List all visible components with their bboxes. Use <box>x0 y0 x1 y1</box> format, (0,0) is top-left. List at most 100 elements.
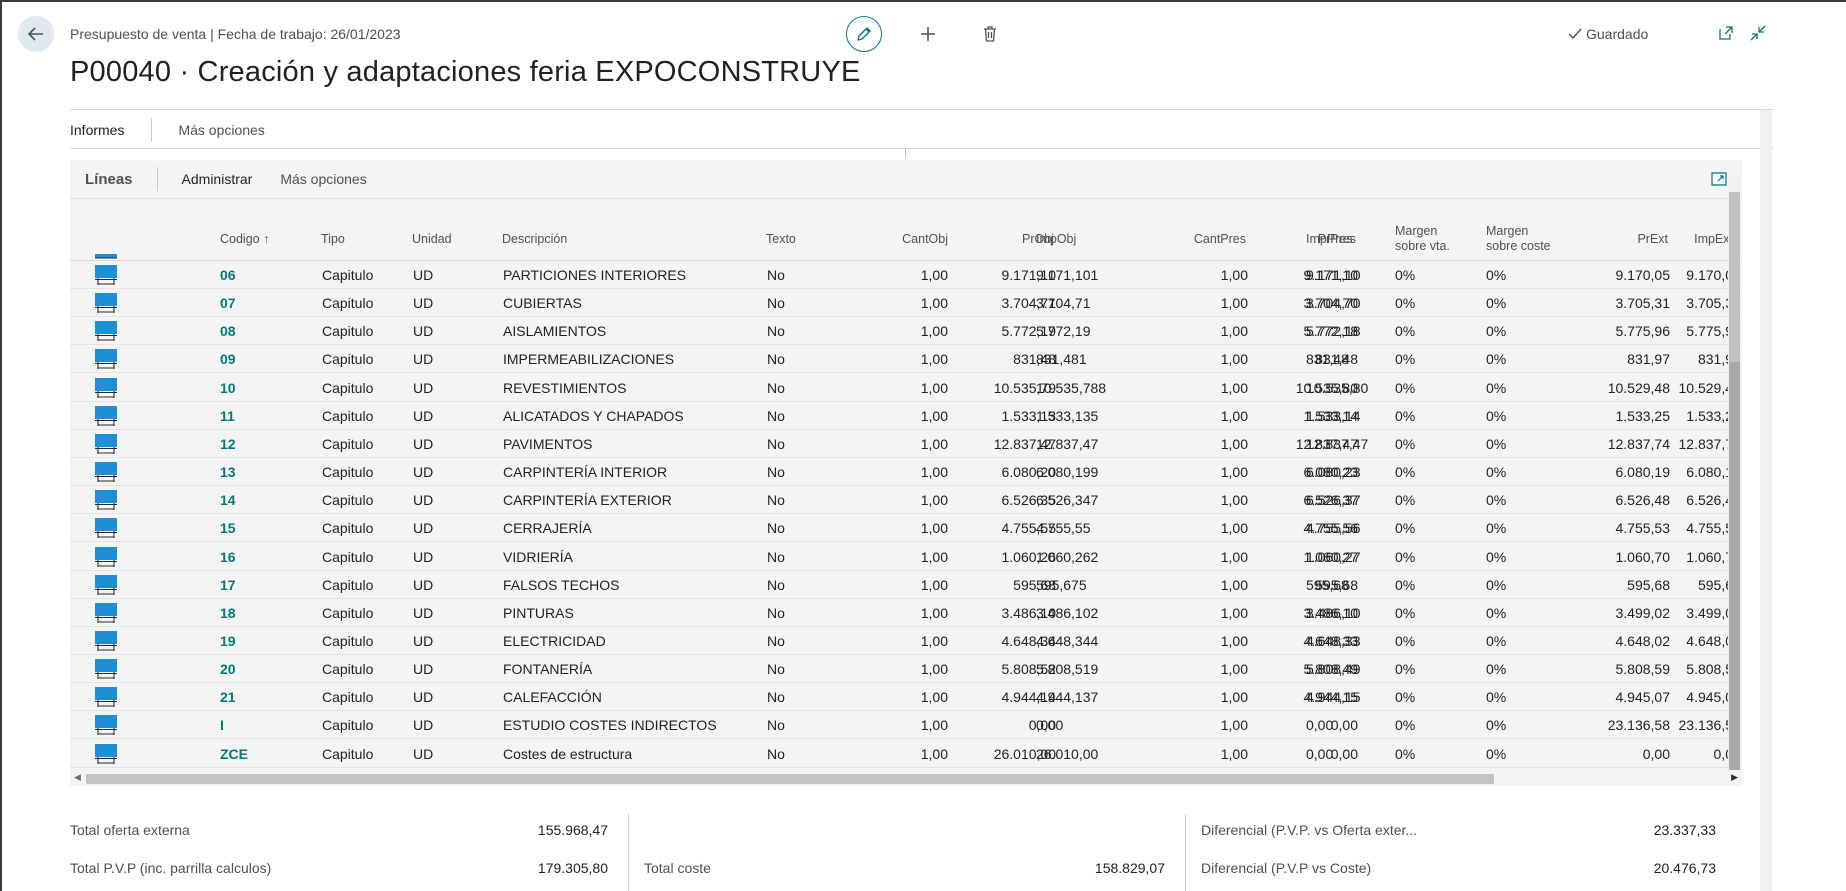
cell-mvta: 0% <box>1395 351 1416 368</box>
cell-impobj: 5.772,19 <box>1036 323 1091 340</box>
page-scrollbar[interactable] <box>1760 110 1772 891</box>
table-row[interactable]: 19 Capitulo UD ELECTRICIDAD No 1,00 4.648,34 4.… <box>70 627 1742 655</box>
cell-mvta: 0% <box>1395 520 1416 537</box>
cell-desc: CALEFACCIÓN <box>503 689 602 706</box>
cell-code[interactable]: 21 <box>220 683 290 711</box>
table-row[interactable]: 10 Capitulo UD REVESTIMIENTOS No 1,00 10.535,7… <box>70 374 1742 402</box>
cell-impext: 10.529,4 <box>1678 379 1734 396</box>
cell-desc: PAVIMENTOS <box>503 435 593 452</box>
cell-code[interactable]: 16 <box>220 543 290 571</box>
cell-code[interactable]: 06 <box>220 261 290 289</box>
cell-mcoste: 0% <box>1486 548 1507 565</box>
cell-mcoste: 0% <box>1486 407 1507 424</box>
table-row[interactable]: 14 Capitulo UD CARPINTERÍA EXTERIOR No 1,00 6.… <box>70 486 1742 515</box>
column-header-unit[interactable]: Unidad <box>412 219 482 259</box>
cell-type: Capitulo <box>322 576 374 593</box>
column-header-impobj[interactable]: ImpObj <box>1036 219 1116 259</box>
table-row[interactable]: I Capitulo UD ESTUDIO COSTES INDIRECTOS No 1,… <box>70 711 1742 740</box>
table-row[interactable]: 17 Capitulo UD FALSOS TECHOS No 1,00 595,68 595… <box>70 571 1742 599</box>
column-header-code[interactable]: Codigo ↑ <box>220 219 310 259</box>
cell-text: No <box>767 604 785 621</box>
column-header-text[interactable]: Texto <box>766 219 826 259</box>
new-button[interactable] <box>916 22 940 46</box>
cell-code[interactable]: 12 <box>220 430 290 458</box>
collapse-icon <box>1750 25 1766 41</box>
cell-type: Capitulo <box>322 604 374 621</box>
back-button[interactable] <box>18 16 54 52</box>
scroll-right-arrow[interactable]: ▶ <box>1731 772 1738 783</box>
cell-code[interactable]: I <box>220 711 290 739</box>
table-row[interactable]: 06 Capitulo UD PARTICIONES INTERIORES No 1,00… <box>70 261 1742 289</box>
collapse-button[interactable] <box>1747 22 1769 44</box>
cell-mcoste: 0% <box>1486 323 1507 340</box>
cell-code[interactable]: 15 <box>220 514 290 542</box>
cell-code[interactable]: 08 <box>220 317 290 345</box>
cell-code[interactable]: ZCE <box>220 740 290 768</box>
table-row[interactable]: 18 Capitulo UD PINTURAS No 1,00 3.486,10 3.486,… <box>70 599 1742 627</box>
cell-desc: CUBIERTAS <box>503 295 582 312</box>
cell-impext: 6.526,4 <box>1686 492 1733 509</box>
column-header-desc[interactable]: Descripción <box>502 219 702 259</box>
reports-action[interactable]: Informes <box>70 122 124 138</box>
pencil-icon <box>857 27 871 41</box>
more-options-action[interactable]: Más opciones <box>178 122 264 138</box>
cell-desc: PINTURAS <box>503 604 574 621</box>
chapter-row-icon <box>95 293 117 314</box>
cell-code[interactable]: 10 <box>220 374 290 402</box>
table-row[interactable]: 13 Capitulo UD CARPINTERÍA INTERIOR No 1,00 6.… <box>70 458 1742 487</box>
page-title: P00040 · Creación y adaptaciones feria E… <box>70 56 861 88</box>
cell-cantobj: 1,00 <box>920 548 948 565</box>
cell-impobj: 6.080,199 <box>1036 464 1099 481</box>
cell-code[interactable]: 19 <box>220 627 290 655</box>
cell-impext: 4.755,5 <box>1686 520 1733 537</box>
cell-mcoste: 0% <box>1486 745 1507 762</box>
table-row[interactable]: 12 Capitulo UD PAVIMENTOS No 1,00 12.837,47 12.… <box>70 430 1742 458</box>
column-header-type[interactable]: Tipo <box>321 219 391 259</box>
table-row[interactable]: 20 Capitulo UD FONTANERÍA No 1,00 5.808,52 5.80… <box>70 655 1742 684</box>
cell-impext: 6.080,1 <box>1686 464 1733 481</box>
cell-unit: UD <box>413 435 434 452</box>
cell-code[interactable]: 20 <box>220 655 290 683</box>
cell-code[interactable]: 07 <box>220 289 290 317</box>
table-row[interactable]: 21 Capitulo UD CALEFACCIÓN No 1,00 4.944,14 4.9… <box>70 683 1742 712</box>
column-header-mcoste[interactable]: Margen sobre coste <box>1486 219 1556 259</box>
lines-horizontal-scroll-thumb[interactable] <box>86 774 1494 784</box>
table-row[interactable]: 07 Capitulo UD CUBIERTAS No 1,00 3.704,71 3.704… <box>70 289 1742 318</box>
table-row[interactable]: ZCE Capitulo UD Costes de estructura No 1,00 2… <box>70 740 1742 768</box>
column-header-imppres[interactable]: ImpPres <box>1306 219 1386 259</box>
cell-type: Capitulo <box>322 435 374 452</box>
cell-code[interactable]: 18 <box>220 599 290 627</box>
cell-unit: UD <box>413 717 434 734</box>
chapter-row-icon <box>95 687 117 708</box>
cell-code[interactable]: 09 <box>220 345 290 373</box>
scroll-left-arrow[interactable]: ◀ <box>74 772 81 783</box>
column-header-cantobj[interactable]: CantObj <box>828 219 948 259</box>
table-row[interactable]: 08 Capitulo UD AISLAMIENTOS No 1,00 5.772,19 5.… <box>70 317 1742 346</box>
cell-code[interactable]: 13 <box>220 458 290 486</box>
column-header-impext[interactable]: ImpExt <box>1638 219 1733 259</box>
table-row[interactable]: 11 Capitulo UD ALICATADOS Y CHAPADOS No 1,00 1… <box>70 402 1742 430</box>
column-header-cantpres[interactable]: CantPres <box>1148 219 1246 259</box>
cell-impext: 831,9 <box>1697 351 1733 368</box>
table-row[interactable]: 16 Capitulo UD VIDRIERÍA No 1,00 1.060,26 1.060… <box>70 543 1742 571</box>
cell-code[interactable]: 14 <box>220 486 290 514</box>
chapter-row-icon <box>95 377 117 398</box>
lines-horizontal-scrollbar[interactable]: ◀ ▶ <box>70 770 1742 786</box>
cell-impext: 0,0 <box>1713 745 1733 762</box>
cell-code[interactable]: 11 <box>220 402 290 430</box>
chapter-row-icon <box>95 462 117 483</box>
table-row[interactable]: 09 Capitulo UD IMPERMEABILIZACIONES No 1,00 83… <box>70 345 1742 374</box>
column-header-mvta[interactable]: Margen sobre vta. <box>1395 219 1455 259</box>
delete-button[interactable] <box>978 22 1002 46</box>
cell-impext: 3.499,0 <box>1686 604 1733 621</box>
table-row[interactable]: 15 Capitulo UD CERRAJERÍA No 1,00 4.755,55 4.75… <box>70 514 1742 543</box>
edit-button[interactable] <box>846 16 882 52</box>
cell-code[interactable]: 17 <box>220 571 290 599</box>
cell-text: No <box>767 323 785 340</box>
open-new-window-button[interactable] <box>1715 22 1737 44</box>
total-coste-value: 158.829,07 <box>1094 860 1165 876</box>
cell-cantpres: 1,00 <box>1220 435 1248 452</box>
lines-vertical-scroll-thumb[interactable] <box>1729 362 1740 770</box>
chapter-row-icon <box>95 659 117 680</box>
cell-cantpres: 1,00 <box>1220 661 1248 678</box>
